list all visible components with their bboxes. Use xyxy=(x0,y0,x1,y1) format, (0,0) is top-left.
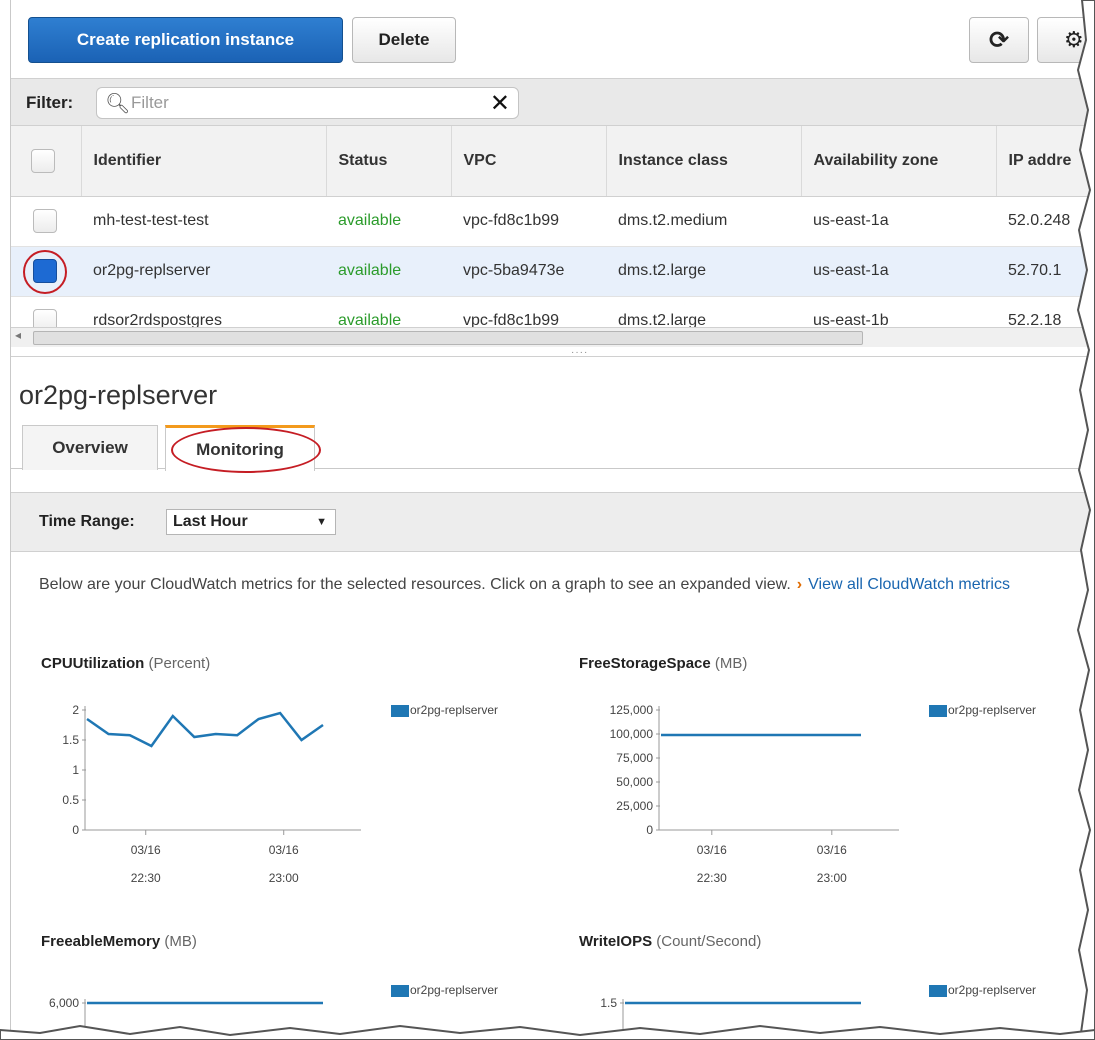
y-tick-label: 25,000 xyxy=(616,799,653,813)
pane-splitter[interactable]: ···· xyxy=(11,347,1095,358)
settings-button[interactable]: ⚙ xyxy=(1037,17,1095,63)
zone-cell: us-east-1a xyxy=(813,212,889,229)
x-tick-label: 23:00 xyxy=(269,871,299,885)
filter-input[interactable] xyxy=(131,92,471,114)
x-tick-label: 03/16 xyxy=(697,843,727,857)
toolbar: Create replication instance Delete ⟳ ⚙ xyxy=(11,0,1095,78)
select-all-checkbox[interactable] xyxy=(31,148,55,173)
y-tick-label: 1.5 xyxy=(62,733,79,747)
time-range-select[interactable]: Last Hour ▼ xyxy=(166,509,336,535)
zone-cell: us-east-1a xyxy=(813,262,889,279)
detail-title: or2pg-replserver xyxy=(19,380,218,410)
y-tick-label: 0 xyxy=(646,823,653,837)
horizontal-scrollbar[interactable]: ◂ xyxy=(11,327,1095,347)
instance-class-cell: dms.t2.medium xyxy=(618,212,728,229)
row-checkbox[interactable] xyxy=(33,259,57,283)
y-tick-label: 100,000 xyxy=(610,727,654,741)
y-tick-label: 0.5 xyxy=(62,793,79,807)
view-all-metrics-link[interactable]: View all CloudWatch metrics xyxy=(808,576,1010,593)
x-tick-label: 03/16 xyxy=(817,843,847,857)
dms-console-panel: Create replication instance Delete ⟳ ⚙ F… xyxy=(10,0,1095,1040)
chevron-right-icon: › xyxy=(796,576,803,593)
row-checkbox-cell xyxy=(11,196,81,246)
table-header-row: Identifier Status VPC Instance class Ava… xyxy=(11,126,1095,197)
ip-cell: 52.0.248 xyxy=(1008,212,1071,229)
y-tick-label: 1.5 xyxy=(600,996,617,1010)
clear-filter-icon[interactable]: ✕ xyxy=(490,89,510,118)
chart-svg: 6,000 xyxy=(49,996,323,1040)
vpc-cell: vpc-5ba9473e xyxy=(463,262,565,279)
delete-button[interactable]: Delete xyxy=(352,17,456,63)
row-checkbox-cell xyxy=(11,246,81,296)
refresh-button[interactable]: ⟳ xyxy=(969,17,1029,63)
identifier-cell: mh-test-test-test xyxy=(93,212,209,229)
status-cell: available xyxy=(338,262,402,279)
chart-legend: or2pg-replserver xyxy=(391,703,498,717)
identifier-cell: or2pg-replserver xyxy=(93,262,211,279)
time-range-label: Time Range: xyxy=(39,513,135,530)
ip-cell: 52.70.1 xyxy=(1008,262,1062,279)
y-tick-label: 125,000 xyxy=(610,703,654,717)
gear-icon: ⚙ xyxy=(1064,27,1084,52)
chart-legend: or2pg-replserver xyxy=(391,983,498,997)
filter-label: Filter: xyxy=(26,93,74,112)
refresh-icon: ⟳ xyxy=(988,26,1010,54)
info-text: Below are your CloudWatch metrics for th… xyxy=(39,576,791,593)
annotation-ring xyxy=(23,250,67,294)
x-tick-label: 22:30 xyxy=(131,871,161,885)
cloudwatch-info: Below are your CloudWatch metrics for th… xyxy=(39,570,1095,599)
splitter-grip-icon[interactable]: ···· xyxy=(571,347,588,358)
series-line xyxy=(86,711,324,748)
scroll-left-icon[interactable]: ◂ xyxy=(15,328,21,342)
vpc-cell: vpc-fd8c1b99 xyxy=(463,212,560,229)
y-tick-label: 0 xyxy=(72,823,79,837)
column-header-status[interactable]: Status xyxy=(326,126,452,197)
chart-cpuutilization[interactable]: CPUUtilization (Percent) or2pg-replserve… xyxy=(41,655,561,895)
legend-swatch xyxy=(929,984,947,997)
table-row[interactable]: mh-test-test-test available vpc-fd8c1b99… xyxy=(11,196,1095,246)
scrollbar-thumb[interactable] xyxy=(33,331,863,345)
x-tick-label: 22:30 xyxy=(697,871,727,885)
legend-swatch xyxy=(929,704,947,717)
filter-bar: Filter: 🔍︎ ✕ xyxy=(11,78,1095,126)
time-range-bar: Time Range: Last Hour ▼ xyxy=(11,492,1095,552)
filter-box[interactable]: 🔍︎ ✕ xyxy=(96,87,519,119)
chart-svg: 2 1.5 1 0.5 0 03/16 22:30 03/16 23:00 xyxy=(62,703,361,885)
chart-legend: or2pg-replserver xyxy=(929,703,1036,717)
chart-legend: or2pg-replserver xyxy=(929,983,1036,997)
chart-freestoragespace[interactable]: FreeStorageSpace (MB) or2pg-replserver 1… xyxy=(579,655,1095,895)
column-header-identifier[interactable]: Identifier xyxy=(81,126,327,197)
y-tick-label: 1 xyxy=(72,763,79,777)
table-row[interactable]: or2pg-replserver available vpc-5ba9473e … xyxy=(11,246,1095,296)
x-tick-label: 03/16 xyxy=(131,843,161,857)
instance-class-cell: dms.t2.large xyxy=(618,262,707,279)
chart-svg: 125,000 100,000 75,000 50,000 25,000 0 03/16 22… xyxy=(610,703,899,885)
replication-instances-table: Identifier Status VPC Instance class Ava… xyxy=(11,126,1095,346)
select-all-header xyxy=(11,126,82,197)
detail-tabs: Overview Monitoring xyxy=(11,425,1095,471)
x-tick-label: 23:00 xyxy=(817,871,847,885)
column-header-availability-zone[interactable]: Availability zone xyxy=(801,126,997,197)
row-checkbox[interactable] xyxy=(33,209,57,233)
chart-freeablememory[interactable]: FreeableMemory (MB) or2pg-replserver 6,0… xyxy=(41,933,561,1040)
column-header-ip-address[interactable]: IP addre xyxy=(996,126,1095,197)
time-range-value: Last Hour xyxy=(173,513,248,530)
tab-overview[interactable]: Overview xyxy=(22,425,158,470)
legend-swatch xyxy=(391,984,409,997)
y-tick-label: 50,000 xyxy=(616,775,653,789)
y-tick-label: 2 xyxy=(72,703,79,717)
column-header-vpc[interactable]: VPC xyxy=(451,126,607,197)
x-tick-label: 03/16 xyxy=(269,843,299,857)
tab-monitoring[interactable]: Monitoring xyxy=(165,425,315,471)
status-cell: available xyxy=(338,212,402,229)
legend-swatch xyxy=(391,704,409,717)
chart-writeiops[interactable]: WriteIOPS (Count/Second) or2pg-replserve… xyxy=(579,933,1095,1040)
y-tick-label: 75,000 xyxy=(616,751,653,765)
y-tick-label: 6,000 xyxy=(49,996,79,1010)
search-icon: 🔍︎ xyxy=(105,93,131,115)
dropdown-caret-icon: ▼ xyxy=(316,516,327,528)
chart-svg: 1.5 xyxy=(600,996,861,1040)
create-replication-instance-button[interactable]: Create replication instance xyxy=(28,17,343,63)
column-header-instance-class[interactable]: Instance class xyxy=(606,126,802,197)
